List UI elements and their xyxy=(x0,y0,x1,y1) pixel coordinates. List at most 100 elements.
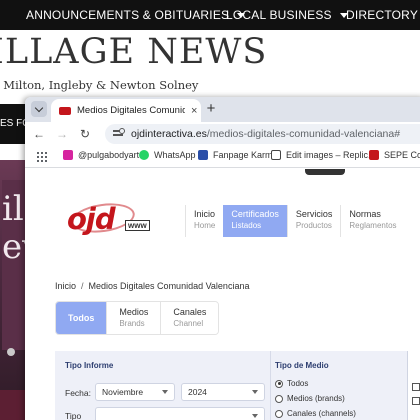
dropdown-arrow-icon xyxy=(162,390,168,394)
bookmark-pulgabodyart[interactable]: @pulgabodyart xyxy=(63,150,139,160)
filter-pills: Todos Medios Brands Canales Channel xyxy=(55,301,220,335)
year-select[interactable]: 2024 xyxy=(181,383,265,401)
breadcrumb-home[interactable]: Inicio xyxy=(55,281,76,291)
bg-subline: , Milton, Ingleby & Newton Solney xyxy=(0,78,199,92)
url-text: ojdinteractiva.es/medios-digitales-comun… xyxy=(131,128,400,140)
menu-sub: Home xyxy=(194,221,216,230)
url-host: ojdinteractiva.es xyxy=(131,128,207,140)
tipo-label: Tipo xyxy=(65,411,82,420)
back-button[interactable]: ← xyxy=(31,126,47,142)
bookmark-label: Fanpage Karma xyxy=(213,150,278,160)
month-value: Noviembre xyxy=(102,387,144,397)
reload-button[interactable]: ↻ xyxy=(77,126,93,142)
menu-title: Certificados xyxy=(231,209,279,219)
site-settings-icon[interactable] xyxy=(113,128,125,140)
filter-panel: Tipo Informe Fecha: Noviembre 2024 Tipo … xyxy=(55,351,420,420)
bg-nav-label: ANNOUNCEMENTS & OBITUARIES xyxy=(26,8,230,22)
bg-site-nav: ANNOUNCEMENTS & OBITUARIES LOCAL BUSINES… xyxy=(0,0,420,30)
tipo-medio-label: Tipo de Medio xyxy=(275,361,329,370)
fecha-label: Fecha: xyxy=(65,388,91,398)
radio-label: Medios (brands) xyxy=(287,394,345,403)
year-value: 2024 xyxy=(188,387,207,397)
bg-nav-label: LOCAL BUSINESS xyxy=(226,8,332,22)
radio-button[interactable] xyxy=(275,409,283,418)
logo-text: ojd xyxy=(67,202,116,236)
menu-sub: Productos xyxy=(295,221,332,230)
menu-item-inicio[interactable]: Inicio Home xyxy=(185,205,223,237)
url-path: /medios-digitales-comunidad-valenciana# xyxy=(206,128,401,140)
apps-grid-icon[interactable] xyxy=(37,152,47,162)
pill-title: Todos xyxy=(68,313,95,323)
dropdown-arrow-icon xyxy=(252,414,258,418)
new-tab-button[interactable]: + xyxy=(203,101,219,117)
menu-title: Normas xyxy=(349,209,381,219)
bg-nav-label: DIRECTORY xyxy=(346,8,419,22)
sepe-icon xyxy=(369,150,379,160)
bookmark-edit-images[interactable]: Edit images – Replic... xyxy=(271,150,376,160)
tipo-select[interactable] xyxy=(95,407,265,420)
radio-label: Todos xyxy=(287,379,309,388)
address-bar[interactable]: ojdinteractiva.es/medios-digitales-comun… xyxy=(105,124,420,144)
tab-strip: Medios Digitales Comunidad Valenciana × … xyxy=(25,97,420,122)
bookmark-label: Edit images – Replic... xyxy=(286,150,376,160)
radio-todos[interactable]: Todos xyxy=(275,379,308,388)
whatsapp-icon xyxy=(139,150,149,160)
image-edit-icon xyxy=(271,150,281,160)
tipo-informe-label: Tipo Informe xyxy=(65,361,114,370)
right-filter-box: P xyxy=(407,351,420,420)
radio-button[interactable] xyxy=(275,394,283,403)
page-top-tab xyxy=(305,169,345,175)
menu-title: Inicio xyxy=(194,209,216,219)
bookmark-whatsapp[interactable]: WhatsApp xyxy=(139,150,196,160)
fanpage-karma-icon xyxy=(198,150,208,160)
instagram-icon xyxy=(63,150,73,160)
bg-nav-directory[interactable]: DIRECTORY xyxy=(346,8,418,22)
bookmark-label: @pulgabodyart xyxy=(78,150,140,160)
radio-canales[interactable]: Canales (channels) xyxy=(275,409,356,418)
breadcrumb-current: Medios Digitales Comunidad Valenciana xyxy=(88,281,250,291)
pill-title: Medios xyxy=(119,307,149,317)
menu-sub: Reglamentos xyxy=(349,221,397,230)
tab-search-button[interactable] xyxy=(31,101,47,117)
bg-bolt xyxy=(7,348,15,356)
bookmark-sepe[interactable]: SEPE Consu xyxy=(369,150,420,160)
dropdown-arrow-icon xyxy=(252,390,258,394)
breadcrumb: Inicio / Medios Digitales Comunidad Valenc… xyxy=(55,281,249,291)
menu-sub: Listados xyxy=(231,221,262,230)
bg-nav-announcements[interactable]: ANNOUNCEMENTS & OBITUARIES xyxy=(26,8,246,22)
pill-sub: Brands xyxy=(119,319,145,328)
pill-sub: Channel xyxy=(173,319,204,328)
radio-label: Canales (channels) xyxy=(287,409,356,418)
pill-medios[interactable]: Medios Brands xyxy=(107,302,162,334)
checkbox[interactable] xyxy=(412,383,420,391)
ojd-logo[interactable]: ojd www xyxy=(67,199,167,242)
tab-active[interactable]: Medios Digitales Comunidad Valenciana × xyxy=(51,99,201,122)
bookmarks-bar: @pulgabodyart WhatsApp Fanpage Karma Edi… xyxy=(25,146,420,168)
pill-title: Canales xyxy=(173,307,207,317)
logo-badge: www xyxy=(125,220,150,231)
radio-medios[interactable]: Medios (brands) xyxy=(275,394,345,403)
browser-window: Medios Digitales Comunidad Valenciana × … xyxy=(25,97,420,420)
forward-button[interactable]: → xyxy=(54,126,70,142)
ojd-favicon-icon xyxy=(59,106,71,115)
close-tab-icon[interactable]: × xyxy=(191,105,197,117)
radio-button[interactable] xyxy=(275,379,283,388)
menu-item-normas[interactable]: Normas Reglamentos xyxy=(340,205,404,237)
tab-title: Medios Digitales Comunidad Valenciana xyxy=(77,105,185,116)
bg-nav-local-business[interactable]: LOCAL BUSINESS xyxy=(226,8,348,22)
chevron-down-icon xyxy=(34,103,44,112)
menu-item-servicios[interactable]: Servicios Productos xyxy=(286,205,341,237)
panel-divider xyxy=(270,351,271,420)
main-menu: Inicio Home Certificados Listados Servic… xyxy=(185,205,405,237)
bg-masthead: ILLAGE NEWS xyxy=(0,32,268,72)
menu-title: Servicios xyxy=(295,209,333,219)
browser-toolbar: ← → ↻ ojdinteractiva.es/medios-digitales… xyxy=(25,122,420,146)
pill-canales[interactable]: Canales Channel xyxy=(161,302,219,334)
pill-todos[interactable]: Todos xyxy=(56,302,108,334)
bookmark-fanpage-karma[interactable]: Fanpage Karma xyxy=(198,150,278,160)
menu-item-certificados[interactable]: Certificados Listados xyxy=(223,205,287,237)
checkbox[interactable] xyxy=(412,397,420,405)
breadcrumb-separator: / xyxy=(81,281,84,291)
page-content: ojd www Inicio Home Certificados Listado… xyxy=(25,169,420,420)
month-select[interactable]: Noviembre xyxy=(95,383,175,401)
